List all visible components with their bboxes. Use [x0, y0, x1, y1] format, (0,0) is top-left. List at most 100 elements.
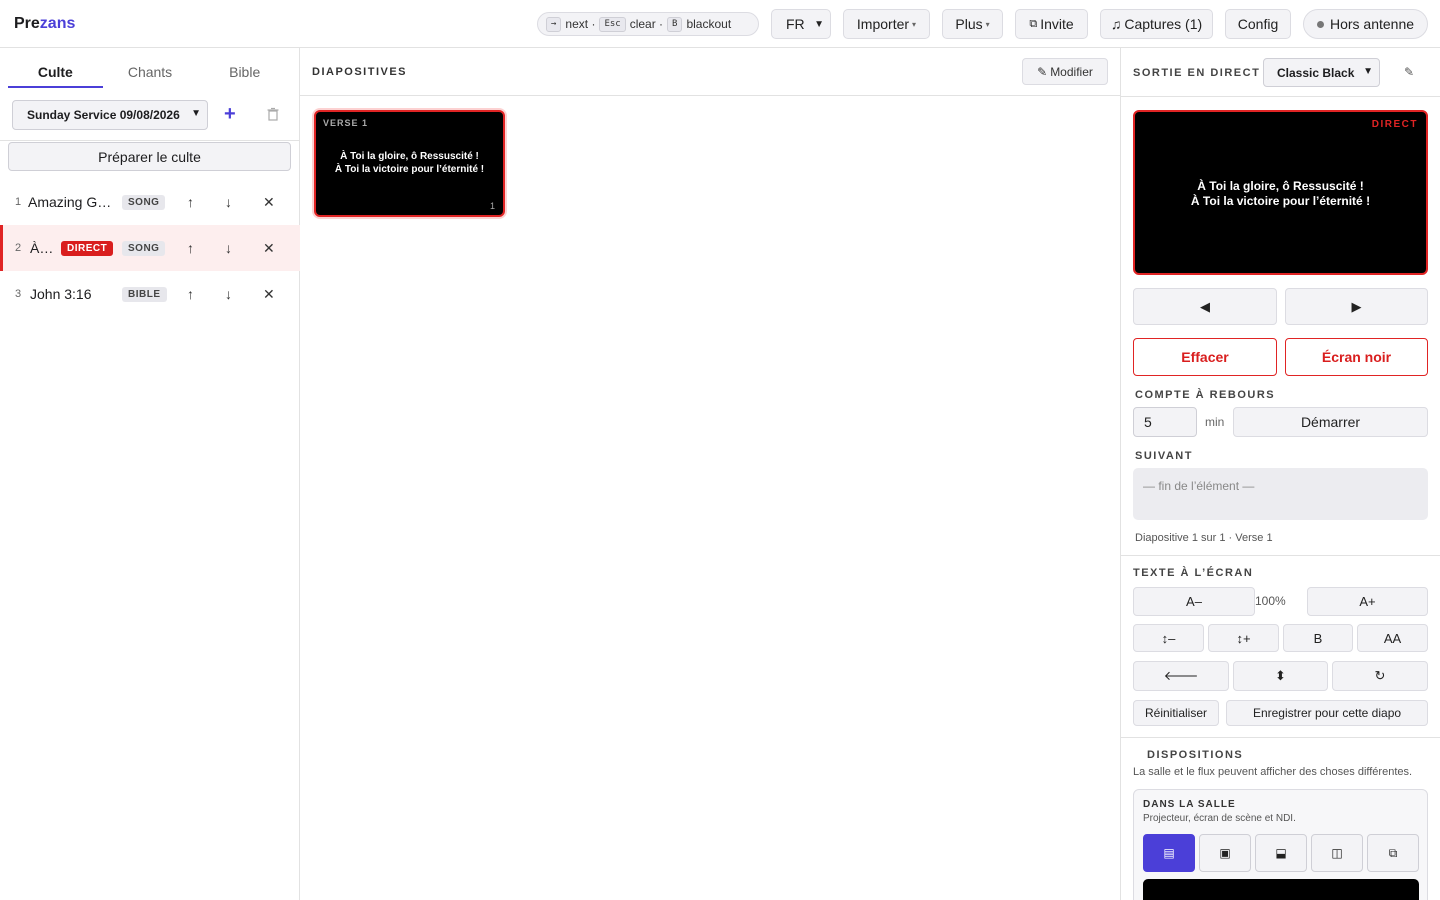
tab-bible[interactable]: Bible	[197, 56, 292, 88]
type-badge: SONG	[122, 194, 166, 210]
layout-split-button[interactable]: ◫	[1311, 834, 1363, 872]
pencil-icon[interactable]: ✎	[1404, 65, 1414, 79]
font-smaller-button[interactable]: A–	[1133, 587, 1255, 616]
slide-info: Diapositive 1 sur 1 · Verse 1	[1135, 532, 1273, 544]
start-countdown-button[interactable]: Démarrer	[1233, 407, 1428, 437]
live-output-title: SORTIE EN DIRECT	[1133, 67, 1261, 79]
invite-button[interactable]: ⧉ Invite	[1015, 9, 1088, 39]
slide-number: 1	[489, 201, 495, 211]
edit-button[interactable]: ✎ Modifier	[1022, 58, 1108, 85]
theme-select[interactable]: Classic Black ▼	[1263, 58, 1380, 87]
config-button[interactable]: Config	[1225, 9, 1291, 39]
remove-icon[interactable]: ✕	[263, 286, 275, 303]
black-screen-button[interactable]: Écran noir	[1285, 338, 1428, 376]
remove-icon[interactable]: ✕	[263, 240, 275, 257]
bold-button[interactable]: B	[1283, 624, 1353, 652]
arrow-left-icon: 🡐	[1163, 668, 1199, 683]
pencil-icon: ✎	[1037, 64, 1048, 79]
add-service-icon[interactable]: +	[224, 103, 236, 126]
more-button[interactable]: Plus ▾	[942, 9, 1003, 39]
prepare-service-button[interactable]: Préparer le culte	[8, 142, 291, 171]
next-slide-button[interactable]: ▶	[1285, 288, 1428, 325]
vertical-align-button[interactable]: ⬍	[1233, 661, 1328, 691]
layout-overlay-icon: ⧉	[1388, 845, 1398, 860]
move-up-icon[interactable]: ↑	[187, 286, 194, 302]
room-subtitle: Projecteur, écran de scène et NDI.	[1143, 813, 1296, 824]
caret-icon: ▾	[985, 19, 990, 29]
reset-style-button[interactable]: ↻	[1332, 661, 1428, 691]
top-bar: Prezans → next · Esc clear · Bblackout FR …	[0, 0, 1440, 48]
layouts-title: DISPOSITIONS	[1147, 749, 1244, 761]
b-key: B	[667, 16, 683, 32]
app-logo: Prezans	[14, 15, 76, 32]
live-badge: DIRECT	[61, 240, 114, 256]
chevron-down-icon: ▼	[814, 18, 824, 30]
copy-icon: ⧉	[1029, 17, 1038, 30]
uppercase-button[interactable]: AA	[1357, 624, 1428, 652]
item-title: John 3:16	[30, 286, 92, 302]
service-panel: Culte Chants Bible Sunday Service 09/08/…	[0, 48, 300, 900]
save-for-slide-button[interactable]: Enregistrer pour cette diapo	[1226, 700, 1428, 726]
room-title: DANS LA SALLE	[1143, 799, 1236, 810]
layout-overlay-button[interactable]: ⧉	[1367, 834, 1419, 872]
screen-text-title: TEXTE À L’ÉCRAN	[1133, 567, 1254, 579]
font-bigger-button[interactable]: A+	[1307, 587, 1428, 616]
tab-service[interactable]: Culte	[8, 56, 103, 88]
font-size-percent: 100%	[1255, 594, 1286, 608]
slide-text: À Toi la gloire, ô Ressuscité ! À Toi la …	[334, 151, 485, 175]
layout-lower-third-button[interactable]: ⬓	[1255, 834, 1307, 872]
layout-lower-third-icon: ⬓	[1275, 846, 1287, 860]
layout-full-button[interactable]: ▤	[1143, 834, 1195, 872]
trash-icon[interactable]	[266, 107, 280, 121]
language-select[interactable]: FR ▼	[771, 9, 831, 39]
type-badge: SONG	[122, 240, 166, 256]
previous-slide-button[interactable]: ◀	[1133, 288, 1277, 325]
left-tabs: Culte Chants Bible	[8, 56, 292, 88]
move-up-icon[interactable]: ↑	[187, 240, 194, 256]
live-output-panel: SORTIE EN DIRECT Classic Black ▼ ✎ DIREC…	[1120, 48, 1440, 900]
layout-split-icon: ◫	[1331, 846, 1343, 860]
layout-full-icon: ▤	[1163, 846, 1175, 860]
tab-songs[interactable]: Chants	[103, 56, 198, 88]
item-title: À Toi la gloire	[30, 240, 54, 256]
line-height-plus-button[interactable]: ↕+	[1208, 624, 1279, 652]
service-select[interactable]: Sunday Service 09/08/2026 ▼	[12, 100, 208, 130]
chevron-down-icon: ▼	[191, 108, 201, 119]
align-left-button[interactable]: 🡐	[1133, 661, 1229, 691]
slides-title: DIAPOSITIVES	[312, 66, 408, 78]
service-item[interactable]: 2 À Toi la gloire DIRECT SONG ↑ ↓ ✕	[0, 225, 300, 271]
countdown-title: COMPTE À REBOURS	[1135, 389, 1276, 401]
slides-header: DIAPOSITIVES ✎ Modifier	[300, 48, 1120, 96]
rotate-icon: ↻	[1374, 668, 1386, 683]
move-up-icon[interactable]: ↑	[187, 194, 194, 210]
move-down-icon[interactable]: ↓	[225, 286, 232, 302]
room-layout-card: DANS LA SALLE Projecteur, écran de scène…	[1133, 789, 1428, 900]
caret-icon: ▾	[912, 19, 917, 29]
esc-key: Esc	[599, 16, 626, 32]
import-button[interactable]: Importer ▾	[843, 9, 930, 39]
clear-button[interactable]: Effacer	[1133, 338, 1277, 376]
move-down-icon[interactable]: ↓	[225, 194, 232, 210]
line-height-minus-button[interactable]: ↕–	[1133, 624, 1204, 652]
music-note-icon: ♫	[1110, 16, 1122, 32]
captures-button[interactable]: ♫ Captures (1)	[1100, 9, 1213, 39]
status-dot-icon	[1316, 20, 1324, 28]
service-item[interactable]: 1 Amazing Grace SONG ↑ ↓ ✕	[0, 179, 300, 225]
up-next-title: SUIVANT	[1135, 450, 1193, 462]
layouts-subtitle: La salle et le flux peuvent afficher des…	[1133, 766, 1413, 778]
next-key: →	[546, 16, 562, 32]
remove-icon[interactable]: ✕	[263, 194, 275, 211]
slide-thumbnail[interactable]: VERSE 1 À Toi la gloire, ô Ressuscité ! À…	[314, 110, 505, 217]
countdown-input[interactable]: 5	[1133, 407, 1197, 437]
service-item[interactable]: 3 John 3:16 BIBLE ↑ ↓ ✕	[0, 271, 300, 317]
reset-button[interactable]: Réinitialiser	[1133, 700, 1219, 726]
room-preview	[1143, 879, 1419, 900]
slides-panel: DIAPOSITIVES ✎ Modifier VERSE 1 À Toi la …	[300, 48, 1120, 900]
slide-label: VERSE 1	[323, 118, 369, 128]
chevron-down-icon: ▼	[1363, 66, 1373, 77]
item-title: Amazing Grace	[28, 194, 112, 210]
vertical-arrows-icon: ⬍	[1275, 668, 1286, 683]
move-down-icon[interactable]: ↓	[225, 240, 232, 256]
off-air-status[interactable]: Hors antenne	[1303, 9, 1428, 39]
layout-box-button[interactable]: ▣	[1199, 834, 1251, 872]
